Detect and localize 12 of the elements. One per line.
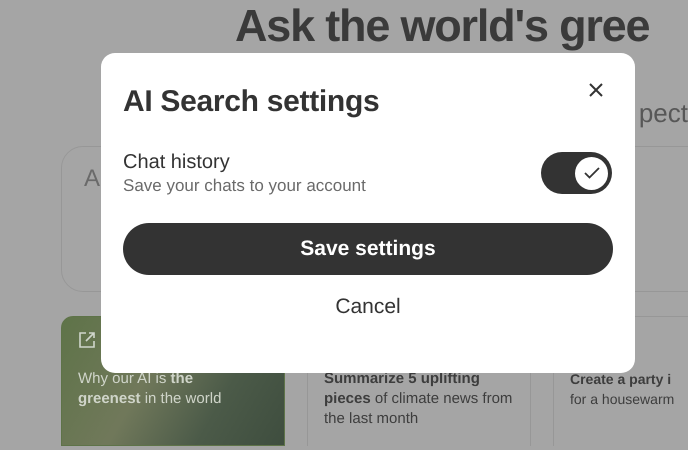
setting-description: Save your chats to your account	[123, 175, 366, 197]
dialog-title: AI Search settings	[123, 85, 380, 119]
close-icon	[589, 83, 603, 97]
card-text: Create a party i for a housewarm	[570, 370, 676, 409]
page-subheading: pect	[638, 98, 688, 130]
page-heading: Ask the world's gree	[235, 0, 650, 52]
toggle-switch[interactable]	[541, 152, 612, 194]
setting-label: Chat history	[123, 150, 231, 175]
save-button[interactable]: Save settings	[123, 223, 613, 275]
card-text: Why our AI is the greenest in the world	[78, 369, 222, 409]
external-link-icon	[78, 331, 96, 349]
check-icon	[584, 167, 600, 179]
